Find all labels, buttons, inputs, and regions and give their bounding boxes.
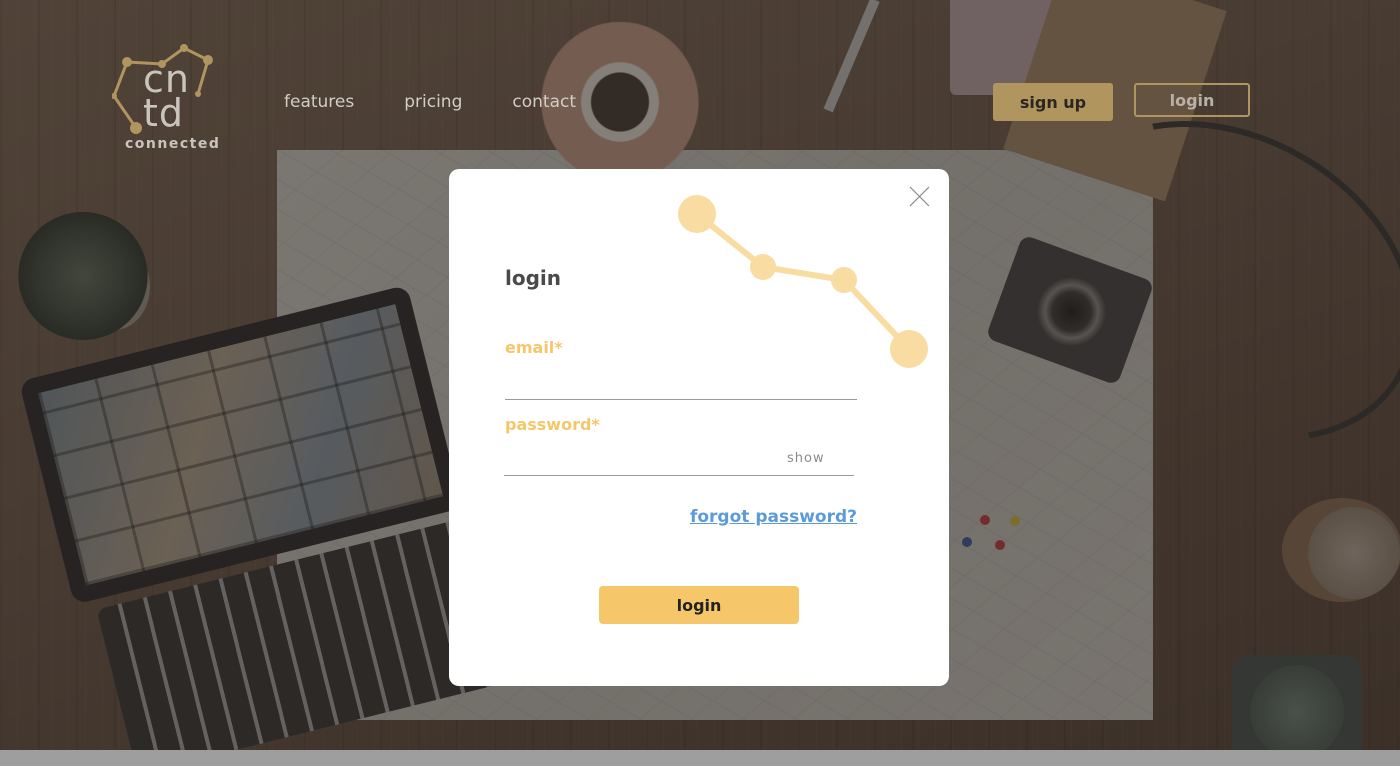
close-icon [909,186,930,207]
signup-button[interactable]: sign up [993,83,1113,121]
main-nav: features pricing contact [284,92,626,112]
logo-wordmark: connected [125,136,221,152]
header-login-button[interactable]: login [1134,83,1250,117]
modal-title: login [505,266,562,290]
bottom-strip [0,750,1400,766]
email-field[interactable] [505,373,857,400]
logo-letters: cn td [143,60,203,135]
email-label: email* [505,338,563,357]
password-label: password* [505,415,600,434]
nav-contact[interactable]: contact [512,92,576,112]
login-submit-button[interactable]: login [599,586,799,624]
nav-pricing[interactable]: pricing [404,92,462,112]
close-button[interactable] [908,185,932,209]
forgot-password-link[interactable]: forgot password? [690,507,857,527]
login-modal: login email* password* show forgot passw… [449,169,949,686]
show-password-toggle[interactable]: show [787,451,825,466]
brand-logo[interactable]: cn td connected [112,44,222,156]
nav-features[interactable]: features [284,92,354,112]
logo-letters-bottom: td [143,91,185,135]
